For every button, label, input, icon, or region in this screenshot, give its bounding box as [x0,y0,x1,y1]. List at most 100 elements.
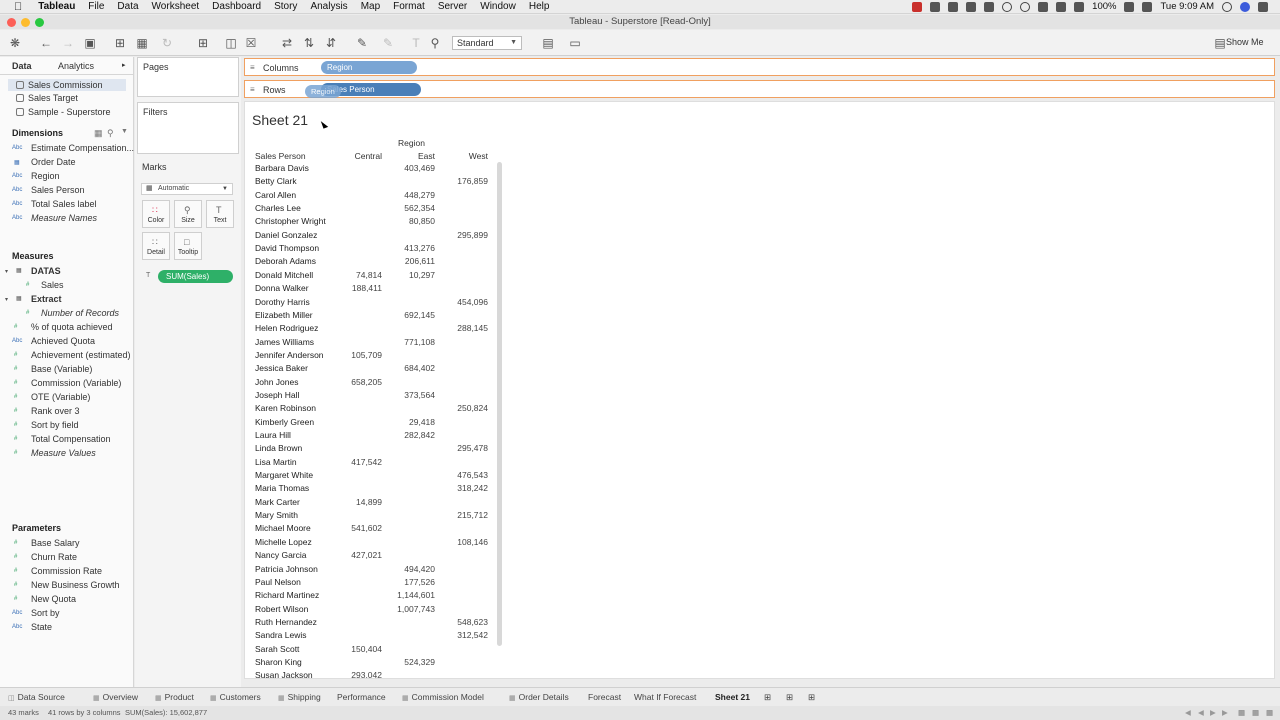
tab-analytics[interactable]: Analytics [58,61,94,71]
wifi-icon[interactable] [1038,1,1049,12]
tableau-logo-icon[interactable]: ❋ [8,36,22,50]
datasource-item[interactable]: Sales Commission [8,79,126,91]
dimension-field[interactable]: Order Date [31,157,76,167]
table-row[interactable]: David Thompson 413,276 [255,242,493,255]
table-row[interactable]: Deborah Adams 206,611 [255,255,493,268]
row-sales-person[interactable]: Margaret White [255,469,313,482]
cell-west[interactable]: 454,096 [428,296,488,309]
table-row[interactable]: Robert Wilson 1,007,743 [255,603,493,616]
status-camera-icon[interactable] [930,1,941,12]
menu-help[interactable]: Help [529,1,550,12]
row-sales-person[interactable]: Elizabeth Miller [255,309,313,322]
search-icon[interactable]: ⚲ [107,128,114,139]
parameter-field[interactable]: State [31,622,52,632]
new-story-tab-icon[interactable]: ⊞ [808,692,815,703]
cell-east[interactable]: 10,297 [375,269,435,282]
table-row[interactable]: Michelle Lopez 108,146 [255,536,493,549]
cell-east[interactable]: 403,469 [375,162,435,175]
row-sales-person[interactable]: Charles Lee [255,202,301,215]
row-sales-person[interactable]: David Thompson [255,242,319,255]
measure-field[interactable]: Commission (Variable) [31,378,121,388]
table-row[interactable]: Charles Lee 562,354 [255,202,493,215]
row-sales-person[interactable]: Barbara Davis [255,162,309,175]
menu-app[interactable]: Tableau [38,1,75,12]
row-sales-person[interactable]: Karen Robinson [255,402,316,415]
measure-field[interactable]: Base (Variable) [31,364,92,374]
cell-central[interactable]: 74,814 [322,269,382,282]
group-icon[interactable]: ✎ [381,36,395,50]
parameter-field[interactable]: Base Salary [31,538,80,548]
save-icon[interactable]: ▣ [83,36,97,50]
menu-format[interactable]: Format [393,1,425,12]
datasource-item[interactable]: Sales Target [8,92,126,104]
tab-forecast[interactable]: Forecast [588,692,621,702]
next-sheet-icon[interactable]: ▶ [1210,706,1216,720]
cell-west[interactable]: 176,859 [428,175,488,188]
view-canvas[interactable]: Sheet 21 Region Sales Person Central Eas… [244,101,1275,679]
volume-icon[interactable] [1074,1,1085,12]
row-sales-person[interactable]: Christopher Wright [255,215,326,228]
parameter-field[interactable]: Commission Rate [31,566,102,576]
measure-field[interactable]: Total Compensation [31,434,111,444]
cell-west[interactable]: 312,542 [428,629,488,642]
cloud-icon[interactable] [966,1,977,12]
row-sales-person[interactable]: Betty Clark [255,175,297,188]
row-sales-person[interactable]: Michael Moore [255,522,311,535]
measure-group[interactable]: Extract [31,294,62,304]
row-sales-person[interactable]: Laura Hill [255,429,291,442]
row-sales-person[interactable]: Lisa Martin [255,456,297,469]
measure-field[interactable]: Sort by field [31,420,79,430]
sort-ascending-icon[interactable]: ⇅ [302,36,316,50]
table-row[interactable]: Michael Moore 541,602 [255,522,493,535]
dimension-field[interactable]: Region [31,171,60,181]
cell-central[interactable]: 150,404 [322,643,382,656]
highlight-icon[interactable]: ✎ [355,36,369,50]
tab-commission-model[interactable]: ▦ Commission Model [402,692,484,702]
parameter-field[interactable]: New Business Growth [31,580,120,590]
tab-overview[interactable]: ▦ Overview [93,692,138,702]
measure-field[interactable]: Rank over 3 [31,406,80,416]
tab-what-if-forecast[interactable]: What If Forecast [634,692,696,702]
table-row[interactable]: Betty Clark 176,859 [255,175,493,188]
size-button[interactable]: ⚲ Size [174,200,202,228]
flag-icon[interactable] [1142,1,1153,12]
table-row[interactable]: Richard Martinez 1,144,601 [255,589,493,602]
cell-central[interactable]: 293,042 [322,669,382,678]
table-row[interactable]: Sandra Lewis 312,542 [255,629,493,642]
cell-east[interactable]: 1,007,743 [375,603,435,616]
filmstrip-icon[interactable]: ▦ [1252,706,1259,720]
cell-east[interactable]: 524,329 [375,656,435,669]
row-sales-person[interactable]: Helen Rodriguez [255,322,318,335]
dimension-field[interactable]: Estimate Compensation... [31,143,134,153]
cell-west[interactable]: 476,543 [428,469,488,482]
filters-card[interactable]: Filters [137,102,239,154]
color-button[interactable]: ∷ Color [142,200,170,228]
chevron-down-icon[interactable]: ▼ [121,128,128,135]
show-cards-icon[interactable]: ▤ [541,36,555,50]
tab-shipping[interactable]: ▦ Shipping [278,692,321,702]
new-worksheet-icon[interactable]: ⊞ [196,36,210,50]
measure-field[interactable]: Sales [41,280,64,290]
last-sheet-icon[interactable]: ▶ [1222,706,1228,720]
table-row[interactable]: Ruth Hernandez 548,623 [255,616,493,629]
dropbox-icon[interactable] [948,1,959,12]
clock-icon[interactable] [1020,1,1031,12]
row-sales-person[interactable]: Donna Walker [255,282,309,295]
cell-central[interactable]: 658,205 [322,376,382,389]
minimize-window-button[interactable] [21,18,30,27]
table-row[interactable]: Sarah Scott 150,404 [255,643,493,656]
row-sales-person[interactable]: Sharon King [255,656,302,669]
table-row[interactable]: Patricia Johnson 494,420 [255,563,493,576]
close-window-button[interactable] [7,18,16,27]
presentation-icon[interactable]: ▭ [568,36,582,50]
menu-story[interactable]: Story [274,1,297,12]
menu-map[interactable]: Map [361,1,380,12]
undo-icon[interactable]: ← [39,36,53,50]
cell-east[interactable]: 684,402 [375,362,435,375]
prev-sheet-icon[interactable]: ◀ [1198,706,1204,720]
pause-updates-icon[interactable]: ▦ [135,36,149,50]
tab-sheet-21[interactable]: Sheet 21 [715,692,750,702]
table-row[interactable]: Karen Robinson 250,824 [255,402,493,415]
row-sales-person[interactable]: John Jones [255,376,298,389]
table-row[interactable]: Lisa Martin 417,542 [255,456,493,469]
